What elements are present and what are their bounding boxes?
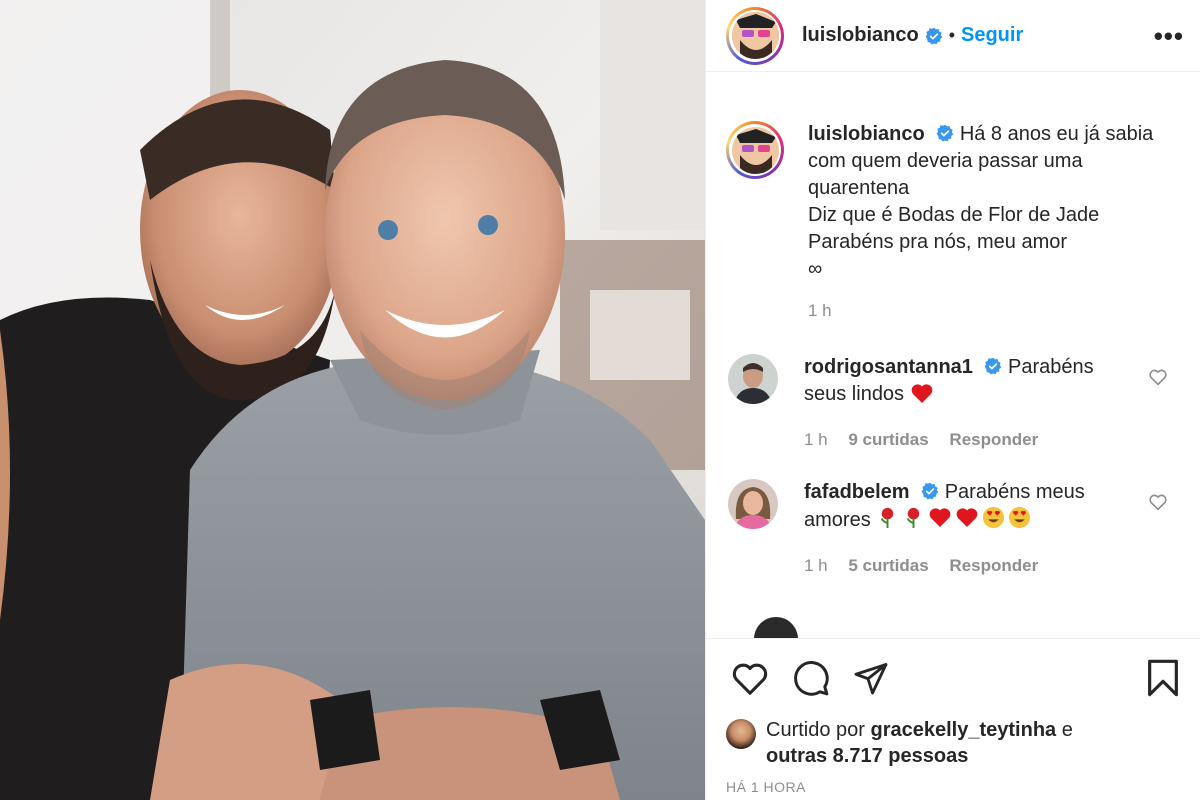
verified-icon — [925, 27, 942, 45]
comment-body: rodrigosantanna1 Parabéns seus lindos 1 … — [804, 354, 1134, 453]
author-username[interactable]: luislobianco — [802, 24, 919, 47]
post-photo[interactable] — [0, 0, 705, 800]
reply-button[interactable]: Responder — [949, 430, 1038, 449]
caption-body: luislobianco Há 8 anos eu já sabia com q… — [808, 121, 1168, 324]
share-icon[interactable] — [852, 660, 890, 696]
commenter-username[interactable]: rodrigosantanna1 — [804, 356, 973, 378]
caption-text-line: Parabéns pra nós, meu amor — [808, 231, 1068, 253]
heart-eyes-emoji — [1009, 506, 1031, 529]
action-icons — [726, 639, 1180, 717]
photo-illustration — [0, 0, 705, 800]
comment-time[interactable]: 1 h — [804, 556, 828, 575]
comment-likes-count[interactable]: 5 curtidas — [848, 556, 928, 575]
comment-time[interactable]: 1 h — [804, 430, 828, 449]
red-heart-emoji — [929, 508, 951, 527]
comment-item: rodrigosantanna1 Parabéns seus lindos 1 … — [726, 354, 1180, 453]
verified-icon — [937, 124, 954, 142]
commenter-avatar[interactable] — [728, 354, 778, 404]
red-heart-emoji — [956, 508, 978, 527]
commenter-username[interactable]: fafadbelem — [804, 481, 910, 503]
caption-text-line: Diz que é Bodas de Flor de Jade — [808, 204, 1100, 226]
reply-button[interactable]: Responder — [949, 556, 1038, 575]
comment-text: seus lindos — [804, 383, 905, 405]
caption-text-line: com quem deveria passar uma — [808, 150, 1083, 172]
heart-eyes-emoji — [983, 506, 1005, 529]
caption-text-line: Há 8 anos eu já sabia — [959, 123, 1154, 145]
save-icon[interactable] — [1146, 658, 1180, 698]
verified-icon — [921, 482, 939, 500]
likes-others[interactable]: outras 8.717 pessoas — [766, 745, 968, 767]
caption-avatar-image — [731, 126, 779, 174]
rose-emoji — [907, 507, 920, 529]
comment-item-partial — [726, 613, 1180, 638]
commenter-avatar[interactable] — [728, 479, 778, 529]
likes-conj: e — [1061, 719, 1073, 741]
author-avatar-image — [731, 12, 779, 59]
liker-avatar[interactable] — [726, 719, 756, 749]
heart-outline-icon[interactable] — [1148, 368, 1168, 386]
comment-body: fafadbelem Parabéns meus amores 1 h 5 cu… — [804, 479, 1134, 579]
likes-prefix: Curtido por — [766, 719, 865, 741]
comment-text: amores — [804, 509, 871, 531]
author-avatar[interactable] — [726, 6, 784, 65]
more-icon[interactable]: ••• — [1154, 23, 1184, 49]
verified-icon — [985, 357, 1002, 375]
heart-outline-icon[interactable] — [1148, 493, 1168, 511]
likes-summary: Curtido por gracekelly_teytinha e outras… — [726, 717, 1180, 769]
caption-username[interactable]: luislobianco — [808, 123, 925, 145]
comment-meta: 1 h 5 curtidas Responder — [804, 552, 1134, 579]
post-timestamp[interactable]: HÁ 1 HORA — [726, 779, 1180, 795]
comment-item: fafadbelem Parabéns meus amores 1 h 5 cu… — [726, 479, 1180, 579]
rose-emoji — [881, 507, 894, 529]
caption-avatar[interactable] — [726, 121, 784, 179]
caption-text-line: quarentena — [808, 177, 910, 199]
liker-username[interactable]: gracekelly_teytinha — [871, 719, 1057, 741]
comment-text: Parabéns meus — [944, 481, 1085, 503]
red-heart-emoji — [911, 384, 932, 403]
comments-list[interactable]: luislobianco Há 8 anos eu já sabia com q… — [706, 73, 1200, 638]
caption-meta: 1 h — [808, 297, 1168, 324]
comment-likes-count[interactable]: 9 curtidas — [848, 430, 928, 449]
post-header: luislobianco • Seguir ••• — [706, 0, 1200, 72]
likes-text: Curtido por gracekelly_teytinha e outras… — [766, 717, 1073, 769]
caption-time[interactable]: 1 h — [808, 301, 832, 320]
post-detail-panel: luislobianco • Seguir ••• luislobianco H… — [705, 0, 1200, 800]
like-icon[interactable] — [730, 660, 770, 696]
caption-text-line: ∞ — [808, 258, 823, 280]
comment-icon[interactable] — [792, 659, 830, 697]
comment-meta: 1 h 9 curtidas Responder — [804, 426, 1134, 453]
post-actions: Curtido por gracekelly_teytinha e outras… — [706, 638, 1200, 800]
header-dot-separator: • — [948, 25, 955, 45]
caption-item: luislobianco Há 8 anos eu já sabia com q… — [726, 121, 1180, 324]
comment-text: Parabéns — [1008, 356, 1094, 378]
follow-button[interactable]: Seguir — [961, 24, 1023, 47]
emoji-row — [876, 506, 1031, 529]
